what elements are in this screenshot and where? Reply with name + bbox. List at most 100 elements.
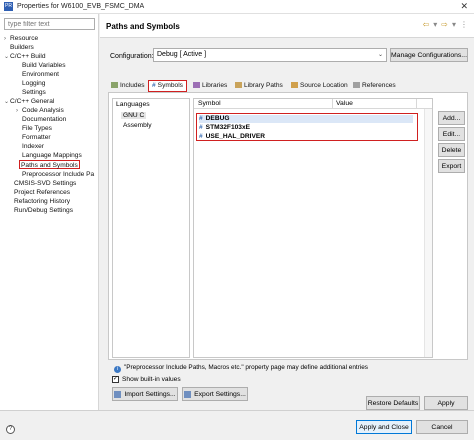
tree-item-label: Run/Debug Settings [14,207,74,214]
tree-item-project-references[interactable]: Project References [14,188,70,197]
tree-item-language-mappings[interactable]: Language Mappings [22,151,82,160]
show-builtin-values[interactable]: ✓ Show built-in values [112,376,181,383]
tree-item-label: CMSIS-SVD Settings [14,180,77,187]
configuration-label: Configuration: [110,53,154,60]
table-row[interactable]: # USE_HAL_DRIVER [199,133,265,141]
tab-label: Library Paths [244,82,283,89]
cancel-button[interactable]: Cancel [416,420,468,434]
tree-item-label: Settings [22,89,46,96]
table-row[interactable]: # DEBUG [199,115,413,123]
tree-item-logging[interactable]: Logging [22,79,45,88]
tree-item-resource[interactable]: › Resource [4,34,38,43]
tree-item-run-debug-settings[interactable]: Run/Debug Settings [14,206,73,215]
info-text: "Preprocessor Include Paths, Macros etc.… [124,364,368,371]
tab-libraries[interactable]: Libraries [190,80,230,92]
tree-item-refactoring-history[interactable]: Refactoring History [14,197,70,206]
symbol-name: STM32F103xE [205,124,251,131]
tree-item-builders[interactable]: Builders [10,43,34,52]
filter-input[interactable] [4,18,95,30]
tab-label: Symbols [157,82,183,89]
restore-defaults-button[interactable]: Restore Defaults [366,396,420,410]
tree-item-label: Environment [22,71,60,78]
table-row[interactable]: # STM32F103xE [199,124,250,132]
import-settings-button[interactable]: Import Settings... [112,387,178,401]
column-separator[interactable] [416,99,417,109]
tree-item-build-variables[interactable]: Build Variables [22,61,66,70]
symbol-name: DEBUG [205,115,230,122]
tab-source-location[interactable]: Source Location [288,80,351,92]
tree-item-cpp-build[interactable]: ⌄C/C++ Build [4,52,46,61]
tab-symbols[interactable]: # Symbols [148,80,187,92]
export-icon [184,390,192,398]
symbol-name: USE_HAL_DRIVER [205,133,266,140]
tree-item-label: Language Mappings [22,152,82,159]
tree-item-label: Code Analysis [22,107,64,114]
show-builtin-checkbox[interactable]: ✓ [112,376,119,383]
tab-library-paths[interactable]: Library Paths [232,80,286,92]
app-icon: PR [4,2,13,11]
tree-item-cpp-general[interactable]: ⌄C/C++ General [4,97,54,106]
dialog-footer: ? Apply and Close Cancel [0,410,474,440]
tree-item-preprocessor-include[interactable]: Preprocessor Include Pa [22,170,94,179]
folder-icon [235,82,242,88]
column-header-symbol[interactable]: Symbol [198,100,221,107]
more-menu-icon[interactable]: ⋮ [460,20,468,29]
scrollbar[interactable] [424,109,432,357]
back-menu-icon[interactable]: ▾ [433,20,437,29]
info-icon: i [114,366,121,373]
forward-arrow-icon[interactable]: ⇨ [441,20,448,29]
tree-item-environment[interactable]: Environment [22,70,59,79]
configuration-select[interactable]: Debug [ Active ] ⌄ [153,48,387,62]
page-header: Paths and Symbols ⇦ ▾ ⇨ ▾ ⋮ [100,14,474,38]
tree-item-documentation[interactable]: Documentation [22,115,66,124]
tree-item-label: Preprocessor Include Pa [22,171,95,178]
edit-button[interactable]: Edit... [438,127,465,141]
tree-item-label: Paths and Symbols [21,162,78,169]
source-folder-icon [291,82,298,88]
window-titlebar: PR Properties for W6100_EVB_FSMC_DMA ✕ [0,0,474,14]
column-separator[interactable] [332,99,333,109]
tab-label: Libraries [202,82,228,89]
hash-icon: # [199,124,203,131]
language-item-assembly[interactable]: Assembly [123,122,152,129]
tab-includes[interactable]: Includes [108,80,148,92]
column-header-value[interactable]: Value [336,100,353,107]
manage-configurations-button[interactable]: Manage Configurations... [390,48,468,62]
tree-item-label: File Types [22,125,52,132]
tree-item-formatter[interactable]: Formatter [22,133,51,142]
export-settings-button[interactable]: Export Settings... [182,387,248,401]
tree-item-settings[interactable]: Settings [22,88,46,97]
tree-item-label: Formatter [22,134,51,141]
tree-item-indexer[interactable]: Indexer [22,142,44,151]
tree-item-label: Resource [10,35,39,42]
import-settings-label: Import Settings... [124,390,176,398]
chevron-down-icon[interactable]: ⌄ [378,49,383,61]
info-message: i "Preprocessor Include Paths, Macros etc… [114,364,368,373]
tree-item-code-analysis[interactable]: › Code Analysis [16,106,64,115]
tree-item-paths-and-symbols[interactable]: Paths and Symbols [19,160,80,169]
symbols-table[interactable]: Symbol Value # DEBUG # STM32F103xE # USE_HA… [193,98,433,358]
tab-references[interactable]: References [350,80,399,92]
hash-icon: # [199,133,203,140]
page-navigation: ⇦ ▾ ⇨ ▾ ⋮ [423,20,468,29]
add-button[interactable]: Add... [438,111,465,125]
back-arrow-icon[interactable]: ⇦ [423,20,430,29]
tree-item-label: C/C++ General [10,98,55,105]
forward-menu-icon[interactable]: ▾ [452,20,456,29]
languages-list[interactable]: Languages GNU C Assembly [112,98,190,358]
window-close-icon[interactable]: ✕ [460,1,468,12]
tree-item-label: Project References [14,189,71,196]
symbols-table-header: Symbol Value [194,99,432,109]
tree-item-cmsis-svd-settings[interactable]: CMSIS-SVD Settings [14,179,76,188]
delete-button[interactable]: Delete [438,143,465,157]
tree-item-file-types[interactable]: File Types [22,124,52,133]
tab-bar: Includes # Symbols Libraries Library Path… [108,80,468,92]
language-item-gnu-c[interactable]: GNU C [121,112,147,119]
export-button[interactable]: Export [438,159,465,173]
export-settings-label: Export Settings... [194,390,246,398]
apply-button[interactable]: Apply [424,396,468,410]
references-icon [353,82,360,88]
tree-item-label: Builders [10,44,34,51]
help-icon[interactable]: ? [6,425,15,434]
apply-and-close-button[interactable]: Apply and Close [356,420,412,434]
